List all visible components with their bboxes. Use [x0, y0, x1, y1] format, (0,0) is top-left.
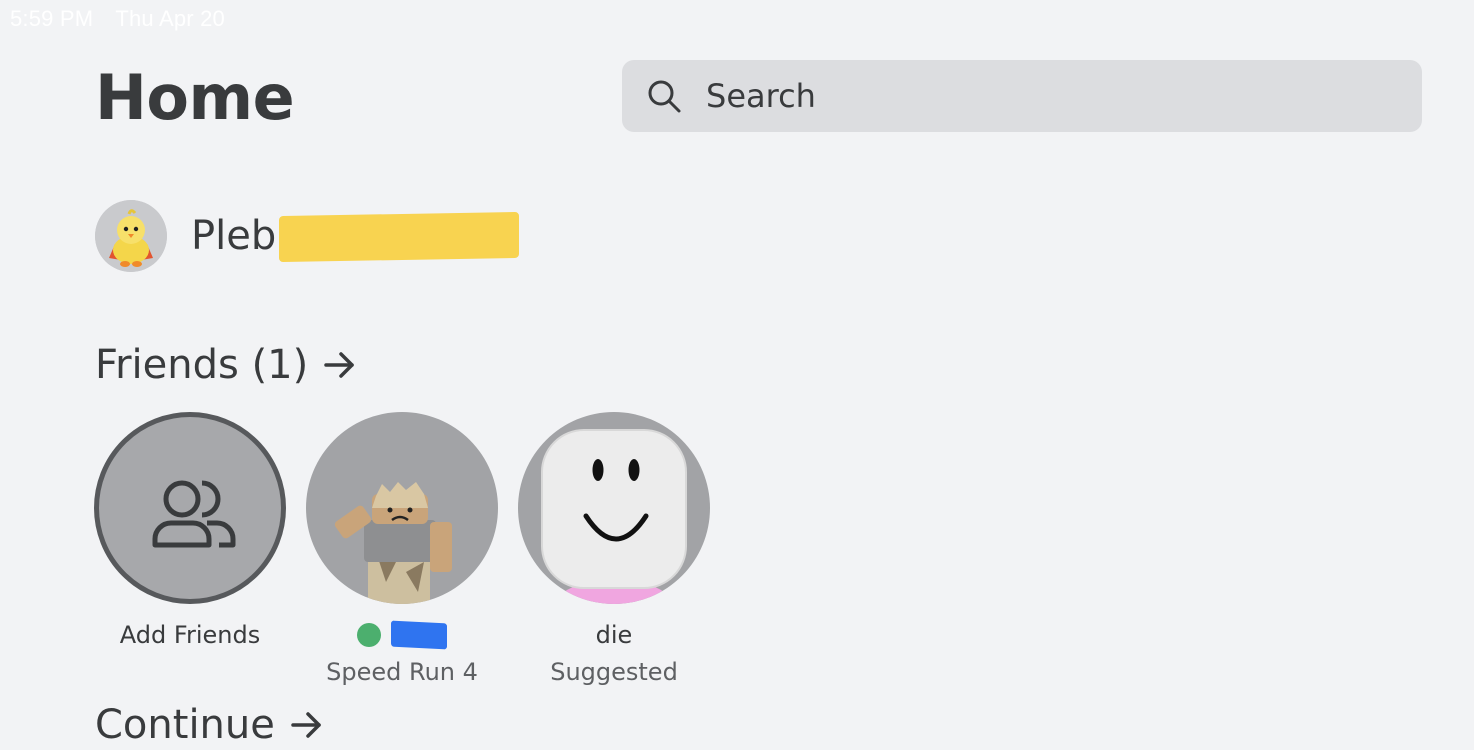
friend-tile[interactable]: Speed Run 4 [306, 412, 498, 688]
friend-avatar[interactable] [518, 412, 710, 604]
profile-row[interactable]: Pleb [95, 200, 519, 272]
friend-name: die [595, 621, 633, 649]
friends-heading-label: Friends (1) [95, 342, 309, 388]
page-title: Home [95, 61, 295, 134]
add-friends-icon [152, 480, 236, 548]
arrow-right-icon [324, 352, 354, 378]
profile-name[interactable]: Pleb [191, 213, 276, 259]
redaction-mark [279, 211, 519, 263]
continue-heading-label: Continue [95, 702, 275, 748]
friend-name-row: die [518, 620, 710, 650]
profile-name-wrap[interactable]: Pleb [191, 200, 519, 272]
add-friends-label-row: Add Friends [94, 620, 286, 650]
friend-tile[interactable]: die Suggested [518, 412, 710, 688]
friend-name-row [306, 620, 498, 650]
smiley-face-avatar-icon [541, 429, 687, 604]
continue-heading[interactable]: Continue [95, 700, 325, 750]
search-input[interactable] [706, 66, 1386, 126]
chick-avatar-icon [95, 200, 167, 272]
arrow-right-icon [291, 712, 321, 738]
status-date: Thu Apr 20 [115, 6, 225, 31]
status-time: 5:59 PM [10, 6, 94, 31]
online-status-indicator [357, 623, 381, 647]
add-friends-button[interactable] [94, 412, 286, 604]
redaction-mark [391, 620, 447, 650]
friend-status[interactable]: Speed Run 4 [306, 658, 498, 688]
search-bar[interactable] [622, 60, 1422, 132]
friend-avatar-figure [334, 482, 452, 604]
add-friends-tile[interactable]: Add Friends [94, 412, 286, 650]
search-icon [646, 78, 682, 114]
status-bar: 5:59 PM Thu Apr 20 [10, 6, 225, 32]
friend-avatar[interactable] [306, 412, 498, 604]
add-friends-label: Add Friends [119, 621, 261, 649]
friends-heading[interactable]: Friends (1) [95, 340, 358, 390]
friend-status: Suggested [550, 658, 678, 686]
avatar[interactable] [95, 200, 167, 272]
